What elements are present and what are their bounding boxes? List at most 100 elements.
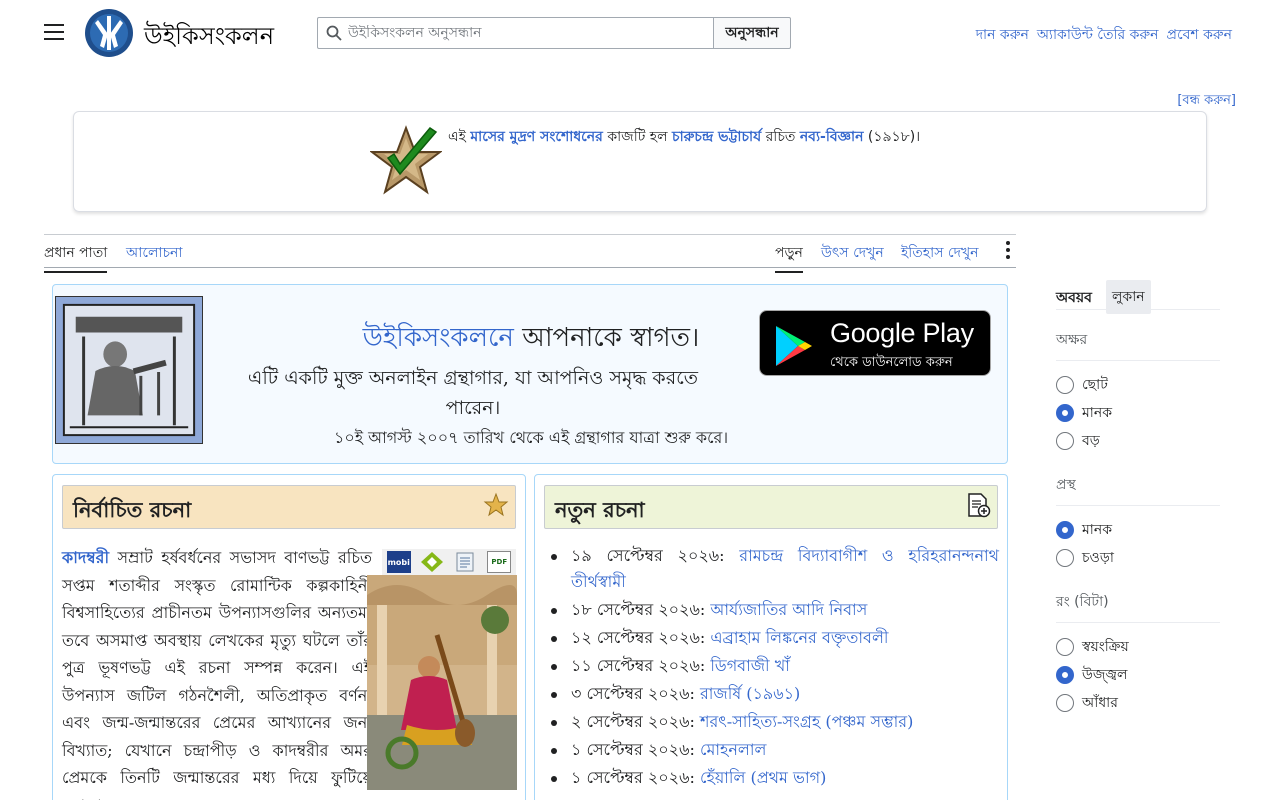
new-work-link[interactable]: রাজর্ষি (১৯৬১) <box>700 684 800 703</box>
notice-prefix: এই <box>448 129 466 145</box>
new-work-link[interactable]: এব্রাহাম লিঙ্কনের বক্তৃতাবলী <box>710 628 888 647</box>
featured-work-text: কাদম্বরী সম্রাট হর্ষবর্ধনের সভাসদ বাণভট্… <box>62 544 372 800</box>
text-size-option[interactable]: মানক <box>1056 399 1220 427</box>
color-option-label: স্বয়ংক্রিয় <box>1082 639 1129 655</box>
list-item: ২ সেপ্টেম্বর ২০২৬: শরৎ-সাহিত্য-সংগ্রহ (প… <box>549 709 999 735</box>
list-item: ১২ সেপ্টেম্বর ২০২৬: এব্রাহাম লিঙ্কনের বক… <box>549 625 999 651</box>
star-icon <box>483 492 509 517</box>
new-work-link[interactable]: ডিগবাজী খাঁ <box>710 656 790 675</box>
tab-discussion[interactable]: আলোচনা <box>126 241 182 271</box>
radio-button[interactable] <box>1056 404 1074 422</box>
wikisource-logo-icon[interactable] <box>84 8 134 58</box>
new-work-date: ১ সেপ্টেম্বর ২০২৬: <box>571 740 695 759</box>
featured-body: সম্রাট হর্ষবর্ধনের সভাসদ বাণভট্ট রচিত সপ… <box>62 548 372 800</box>
radio-button[interactable] <box>1056 549 1074 567</box>
appearance-hide-button[interactable]: লুকান <box>1106 280 1151 314</box>
new-work-date: ৩ সেপ্টেম্বর ২০২৬: <box>571 684 695 703</box>
book-link[interactable]: নব্য-বিজ্ঞান <box>800 129 864 145</box>
tab-view-history[interactable]: ইতিহাস দেখুন <box>901 241 979 271</box>
google-play-title: Google Play <box>830 318 974 348</box>
new-work-link[interactable]: মোহনলাল <box>700 740 766 759</box>
color-option[interactable]: উজ্জ্বল <box>1056 661 1220 689</box>
new-work-date: ১১ সেপ্টেম্বর ২০২৬: <box>571 656 706 675</box>
radio-button[interactable] <box>1056 694 1074 712</box>
notice-suffix: (১৯১৮)। <box>863 129 921 145</box>
tab-view-source[interactable]: উৎস দেখুন <box>821 241 884 271</box>
proofread-link[interactable]: মাসের মুদ্রণ সংশোধনের <box>470 129 602 145</box>
close-notice-link[interactable]: [বন্ধ করুন] <box>1177 91 1236 112</box>
radio-button[interactable] <box>1056 638 1074 656</box>
google-play-badge[interactable]: Google Play থেকে ডাউনলোড করুন <box>759 310 991 376</box>
main-menu-icon[interactable] <box>44 24 64 40</box>
radio-button[interactable] <box>1056 376 1074 394</box>
color-label: রং (বিটা) <box>1056 590 1220 623</box>
text-size-option[interactable]: বড় <box>1056 427 1220 455</box>
author-link[interactable]: চারুচন্দ্র ভট্টাচার্য <box>672 129 761 145</box>
color-option[interactable]: আঁধার <box>1056 689 1220 717</box>
welcome-since: ১০ই আগস্ট ২০০৭ তারিখ থেকে এই গ্রন্থাগার … <box>333 428 729 447</box>
radio-button[interactable] <box>1056 521 1074 539</box>
epub-icon[interactable] <box>420 551 444 573</box>
wikisource-link[interactable]: উইকিসংকলনে <box>363 323 514 353</box>
list-item: ১১ সেপ্টেম্বর ২০২৬: ডিগবাজী খাঁ <box>549 653 999 679</box>
search-button[interactable]: অনুসন্ধান <box>713 17 791 49</box>
saraswati-painting-image <box>367 575 517 790</box>
new-work-date: ২ সেপ্টেম্বর ২০২৬: <box>571 712 695 731</box>
search-icon <box>326 25 342 41</box>
width-label: প্রস্থ <box>1056 473 1220 506</box>
new-work-link[interactable]: শরৎ-সাহিত্য-সংগ্রহ (পঞ্চম সম্ভার) <box>700 712 913 731</box>
site-wordmark[interactable]: উইকিসংকলন <box>144 18 274 58</box>
width-option[interactable]: মানক <box>1056 516 1220 544</box>
text-size-label: অক্ষর <box>1056 328 1220 361</box>
tab-read[interactable]: পড়ুন <box>775 241 803 273</box>
new-works-title: নতুন রচনা <box>555 497 645 522</box>
appearance-panel: অবয়ব লুকান অক্ষর ছোট মানক বড় প্রস্থ মানক… <box>1056 280 1220 717</box>
color-option[interactable]: স্বয়ংক্রিয় <box>1056 633 1220 661</box>
pdf-icon[interactable]: PDF <box>487 551 512 573</box>
radio-button[interactable] <box>1056 666 1074 684</box>
text-size-option-label: ছোট <box>1082 377 1108 393</box>
new-works-list: ১৯ সেপ্টেম্বর ২০২৬: রামচন্দ্র বিদ্যাবাগী… <box>549 543 999 793</box>
rtf-icon[interactable] <box>454 551 478 573</box>
search-box[interactable] <box>317 17 713 49</box>
new-work-date: ১৮ সেপ্টেম্বর ২০২৬: <box>571 600 706 619</box>
list-item: ১৯ সেপ্টেম্বর ২০২৬: রামচন্দ্র বিদ্যাবাগী… <box>549 543 999 595</box>
search-form: অনুসন্ধান <box>317 17 791 49</box>
page-tabs: প্রধান পাতা আলোচনা পড়ুন উৎস দেখুন ইতিহা… <box>44 234 1016 273</box>
list-item: ১৮ সেপ্টেম্বর ২০২৬: আর্য্যজাতির আদি নিবা… <box>549 597 999 623</box>
new-works-header: নতুন রচনা <box>544 485 998 529</box>
color-options: স্বয়ংক্রিয় উজ্জ্বল আঁধার <box>1056 633 1220 717</box>
list-item: ১ সেপ্টেম্বর ২০২৬: মোহনলাল <box>549 737 999 763</box>
text-size-option[interactable]: ছোট <box>1056 371 1220 399</box>
mobi-icon[interactable]: mobi <box>386 551 411 573</box>
width-options: মানক চওড়া <box>1056 516 1220 572</box>
welcome-banner: উইকিসংকলনে আপনাকে স্বাগত। এটি একটি মুক্ত… <box>52 284 1008 464</box>
new-work-date: ১৯ সেপ্টেম্বর ২০২৬: <box>571 546 725 565</box>
radio-button[interactable] <box>1056 432 1074 450</box>
new-work-date: ১ সেপ্টেম্বর ২০২৬: <box>571 768 695 787</box>
width-option[interactable]: চওড়া <box>1056 544 1220 572</box>
new-work-link[interactable]: হেঁয়ালি (প্রথম ভাগ) <box>700 768 826 787</box>
featured-work-title: নির্বাচিত রচনা <box>73 497 192 522</box>
notice-text: এই মাসের মুদ্রণ সংশোধনের কাজটি হল চারুচন… <box>448 125 920 149</box>
kadambari-link[interactable]: কাদম্বরী <box>62 548 109 567</box>
list-item: ৩ সেপ্টেম্বর ২০২৬: রাজর্ষি (১৯৬১) <box>549 681 999 707</box>
new-work-link[interactable]: আর্য্যজাতির আদি নিবাস <box>710 600 867 619</box>
create-account-link[interactable]: অ্যাকাউন্ট তৈরি করুন <box>1037 23 1159 47</box>
login-link[interactable]: প্রবেশ করুন <box>1167 23 1233 47</box>
donate-link[interactable]: দান করুন <box>976 23 1029 47</box>
tab-main-page[interactable]: প্রধান পাতা <box>44 241 108 273</box>
more-actions-icon[interactable] <box>1002 241 1014 261</box>
appearance-title: অবয়ব <box>1056 290 1092 306</box>
star-checkmark-icon <box>370 125 442 195</box>
appearance-header: অবয়ব লুকান <box>1056 280 1220 314</box>
site-notice: এই মাসের মুদ্রণ সংশোধনের কাজটি হল চারুচন… <box>73 111 1207 212</box>
welcome-title-rest: আপনাকে স্বাগত। <box>513 323 700 353</box>
search-input[interactable] <box>348 25 688 41</box>
list-item: ১ সেপ্টেম্বর ২০২৬: হেঁয়ালি (প্রথম ভাগ) <box>549 765 999 791</box>
new-work-date: ১২ সেপ্টেম্বর ২০২৬: <box>571 628 706 647</box>
download-formats: mobi PDF <box>382 549 516 575</box>
text-size-option-label: বড় <box>1082 433 1100 449</box>
text-size-options: ছোট মানক বড় <box>1056 371 1220 455</box>
notice-mid2: রচিত <box>761 129 800 145</box>
